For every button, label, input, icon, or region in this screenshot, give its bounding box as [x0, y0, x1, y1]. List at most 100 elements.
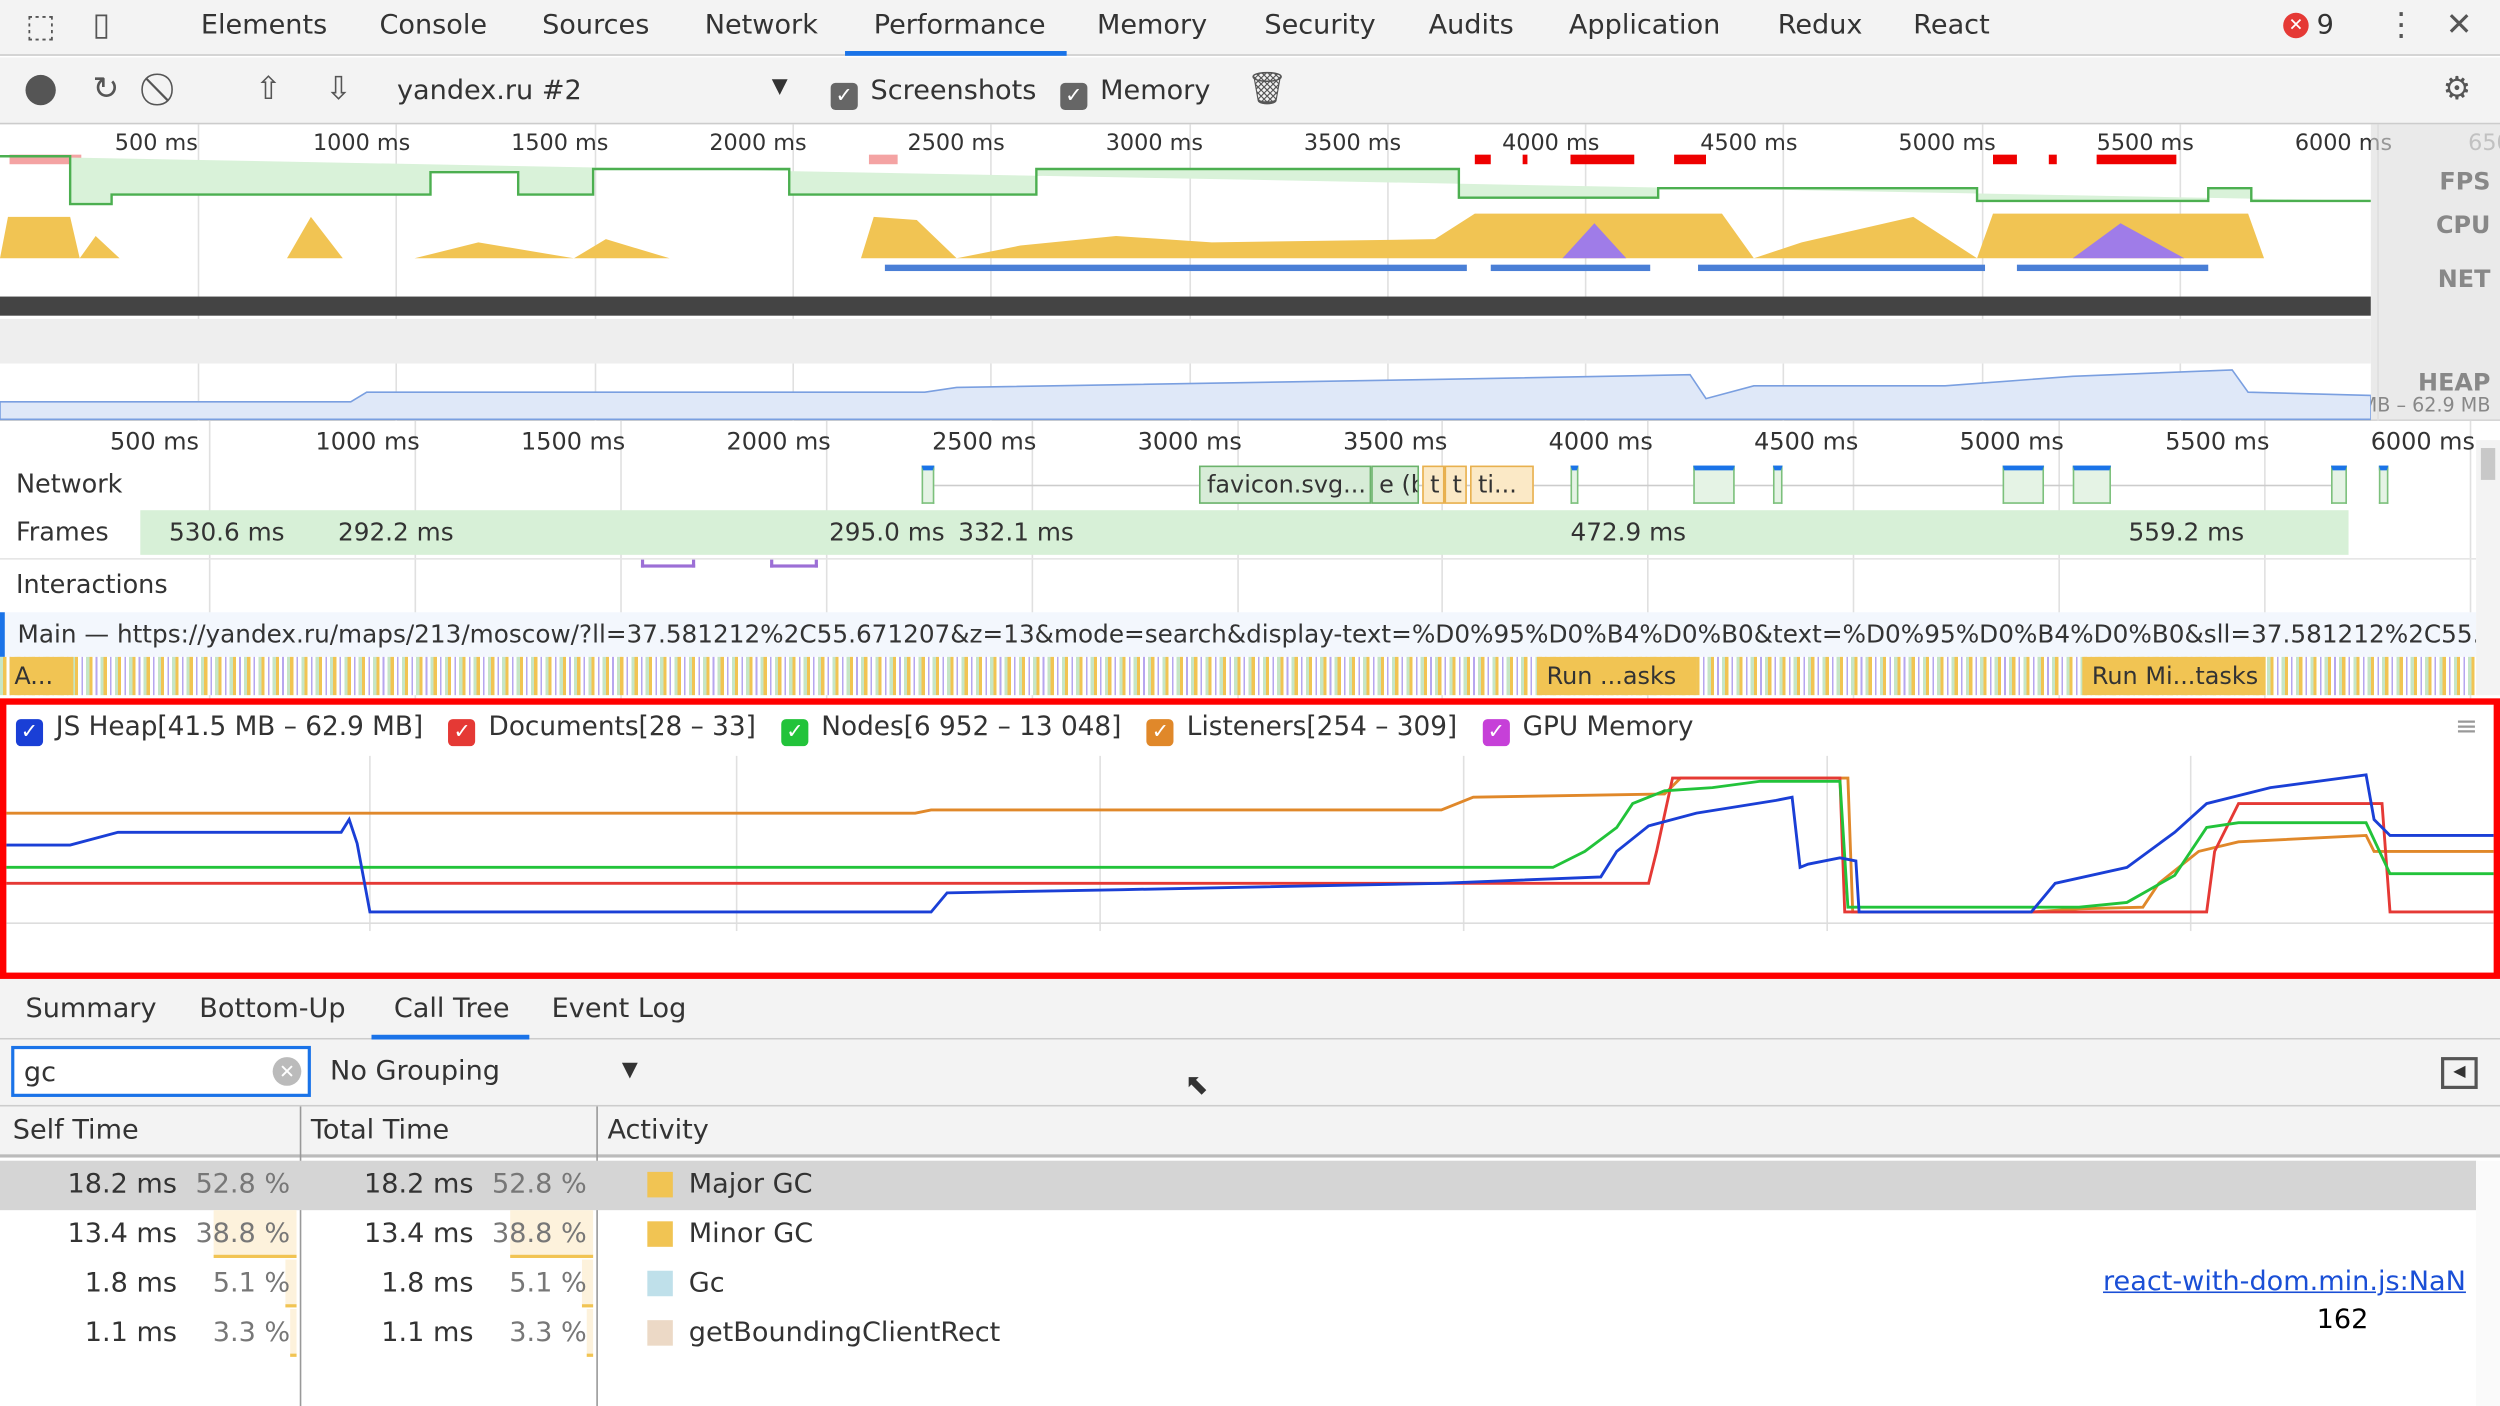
interactions-track-label: Interactions [15, 569, 168, 600]
tab-network[interactable]: Network [705, 10, 818, 42]
memory-counters-panel: ✓ JS Heap[41.5 MB – 62.9 MB] ✓ Documents[28… [0, 698, 2500, 979]
counter-checkbox-4[interactable]: ✓ GPU Memory [1482, 711, 1693, 747]
timeline-overview[interactable]: 500 ms 1000 ms 1500 ms 2000 ms 2500 ms 3000 m… [0, 124, 2500, 421]
settings-gear-icon[interactable]: ⚙ [2443, 72, 2472, 104]
counter-checkbox-1[interactable]: ✓ Documents[28 – 33] [448, 711, 756, 747]
tab-react[interactable]: React [1913, 10, 1989, 42]
main-flame-row[interactable]: A... Run ...asks Run Mi...tasks [0, 656, 2477, 696]
frame-duration[interactable]: 295.0 ms [829, 518, 945, 547]
network-request[interactable] [2072, 465, 2111, 504]
table-row[interactable]: 18.2 ms 52.8 % 18.2 ms 52.8 % Major GC [0, 1160, 2477, 1211]
tab-console[interactable]: Console [379, 10, 487, 42]
network-track[interactable]: Network favicon.svg...e (bttti... [0, 462, 2476, 508]
more-options-icon[interactable]: ⋮ [2385, 8, 2417, 40]
timeline-tick: 2500 ms [932, 427, 1037, 456]
screenshots-checkbox[interactable]: ✓ Screenshots [830, 75, 1036, 111]
call-tree-table: Self Time Total Time Activity 18.2 ms 52.… [0, 1106, 2500, 1406]
network-request[interactable]: ti... [1470, 465, 1534, 504]
network-request[interactable] [1772, 465, 1783, 504]
frame-duration[interactable]: 559.2 ms [2129, 518, 2245, 547]
tab-elements[interactable]: Elements [201, 10, 327, 42]
column-activity[interactable]: Activity [607, 1114, 708, 1146]
tab-performance[interactable]: Performance [874, 10, 1046, 42]
timeline-tick: 2000 ms [726, 427, 831, 456]
category-swatch [647, 1320, 673, 1346]
frame-duration[interactable]: 292.2 ms [338, 518, 454, 547]
tab-call-tree[interactable]: Call Tree [394, 993, 510, 1025]
column-total-time[interactable]: Total Time [311, 1114, 449, 1146]
checkbox-icon: ✓ [15, 719, 44, 747]
tab-audits[interactable]: Audits [1429, 10, 1514, 42]
tab-event-log[interactable]: Event Log [552, 993, 687, 1025]
filter-input[interactable]: gc ✕ [11, 1045, 311, 1097]
grouping-select[interactable]: No Grouping ▼ [330, 1055, 649, 1087]
network-request[interactable] [921, 465, 935, 504]
screenshots-strip [0, 296, 2371, 316]
error-icon[interactable]: ✕ [2283, 12, 2309, 39]
reload-record-icon[interactable]: ↻ [92, 72, 119, 104]
frame-duration[interactable]: 332.1 ms [958, 518, 1074, 547]
device-toolbar-icon[interactable]: ▯ [92, 8, 110, 40]
collect-garbage-icon[interactable]: 🗑 [1247, 72, 1287, 104]
activity-name: getBoundingClientRect [688, 1316, 1001, 1349]
inspect-element-icon[interactable]: ⬚ [26, 10, 56, 42]
network-request[interactable] [1693, 465, 1735, 504]
task-block: A... [9, 656, 74, 696]
counter-checkbox-2[interactable]: ✓ Nodes[6 952 – 13 048] [781, 711, 1121, 747]
main-thread-label: Main — https://yandex.ru/maps/213/moscow… [17, 620, 2477, 649]
cell-total: 1.1 ms [381, 1316, 474, 1349]
network-request[interactable]: t [1422, 465, 1445, 504]
load-profile-icon[interactable]: ⇧ [255, 72, 282, 104]
overview-graphs [0, 155, 2371, 421]
tab-summary[interactable]: Summary [26, 993, 157, 1025]
column-self-time[interactable]: Self Time [13, 1114, 139, 1146]
table-scrollbar[interactable] [2476, 1160, 2500, 1406]
network-request[interactable] [2378, 465, 2389, 504]
cell-self: 1.8 ms [84, 1267, 177, 1300]
clear-filter-icon[interactable]: ✕ [272, 1057, 302, 1086]
cell-self: 18.2 ms [67, 1168, 177, 1201]
save-profile-icon[interactable]: ⇩ [325, 72, 352, 104]
profile-select[interactable]: yandex.ru #2 ▼ [387, 70, 794, 111]
heap-graph [0, 369, 2371, 421]
active-tab-indicator [845, 51, 1067, 56]
tab-application[interactable]: Application [1569, 10, 1720, 42]
error-count[interactable]: 9 [2317, 10, 2334, 42]
timeline-scrollbar[interactable] [2476, 440, 2500, 696]
counter-checkbox-0[interactable]: ✓ JS Heap[41.5 MB – 62.9 MB] [15, 711, 423, 747]
toggle-sidebar-icon[interactable]: ◀ [2441, 1057, 2478, 1089]
tab-sources[interactable]: Sources [542, 10, 649, 42]
network-request[interactable] [2002, 465, 2045, 504]
frames-track[interactable]: Frames 530.6 ms 292.2 ms 295.0 ms 332.1 ms 4… [0, 510, 2476, 556]
memory-checkbox[interactable]: ✓ Memory [1060, 75, 1210, 111]
activity-name: Minor GC [688, 1218, 814, 1251]
cpu-graph [0, 213, 2265, 259]
cell-self_pct: 38.8 % [195, 1218, 291, 1251]
frame-duration[interactable]: 530.6 ms [169, 518, 285, 547]
network-request[interactable] [1570, 465, 1579, 504]
network-request[interactable]: favicon.svg... [1198, 465, 1372, 504]
cell-total: 18.2 ms [364, 1168, 474, 1201]
tab-memory[interactable]: Memory [1097, 10, 1207, 42]
interactions-track[interactable]: Interactions [0, 558, 2477, 609]
checkbox-icon: ✓ [448, 719, 476, 747]
activity-name: Major GC [688, 1168, 813, 1201]
frame-duration[interactable]: 472.9 ms [1570, 518, 1686, 547]
network-request[interactable]: t [1444, 465, 1467, 504]
tab-bottom-up[interactable]: Bottom-Up [199, 993, 345, 1025]
record-icon[interactable] [25, 74, 56, 106]
counter-checkbox-3[interactable]: ✓ Listeners[254 – 309] [1146, 711, 1457, 747]
table-row[interactable]: 13.4 ms 38.8 % 13.4 ms 38.8 % Minor GC [0, 1210, 2476, 1259]
tab-security[interactable]: Security [1264, 10, 1375, 42]
timeline-flamechart[interactable]: 500 ms 1000 ms 1500 ms 2000 ms 2500 ms 3000 m… [0, 420, 2500, 699]
network-request[interactable]: e (b [1371, 465, 1420, 504]
cell-self_pct: 3.3 % [212, 1316, 291, 1349]
close-icon[interactable]: ✕ [2446, 8, 2473, 40]
network-request[interactable] [2331, 465, 2347, 504]
table-row[interactable]: 1.1 ms 3.3 % 1.1 ms 3.3 % getBoundingClientR… [0, 1309, 2476, 1358]
tab-redux[interactable]: Redux [1778, 10, 1863, 42]
main-thread-track[interactable]: Main — https://yandex.ru/maps/213/moscow… [0, 612, 2477, 657]
panel-menu-icon[interactable]: ≡ [2455, 711, 2478, 743]
source-link[interactable]: react-with-dom.min.js:NaN [2103, 1266, 2466, 1298]
timeline-tick: 1500 ms [521, 427, 626, 456]
